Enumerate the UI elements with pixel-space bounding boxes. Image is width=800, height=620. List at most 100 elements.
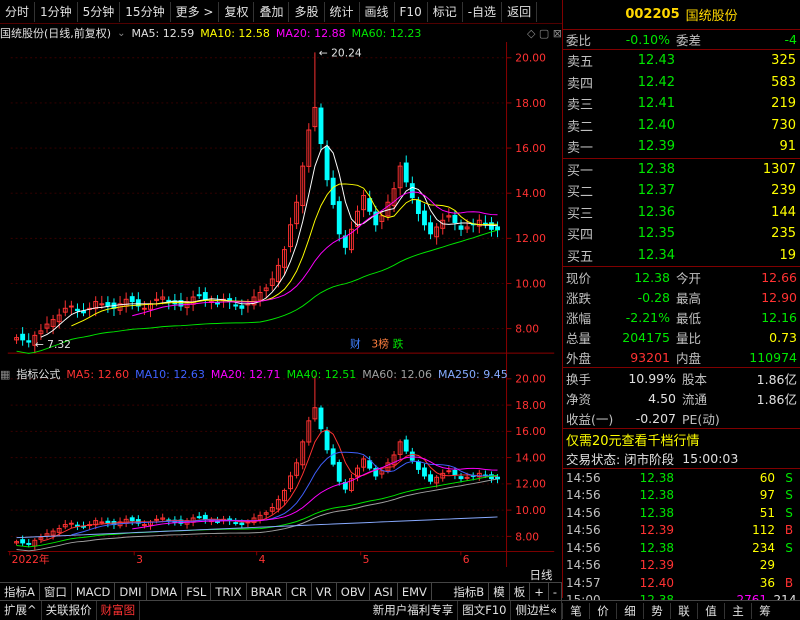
period-label[interactable]: 日线 xyxy=(520,567,562,582)
bottom-tab[interactable]: 图文F10 xyxy=(458,601,512,620)
tick-direction: S xyxy=(785,505,793,520)
buys-row[interactable]: 买四 12.35 235 xyxy=(563,223,800,245)
chevron-down-icon[interactable]: ⌄ xyxy=(117,28,125,39)
badge-1: 3榜 xyxy=(371,337,389,350)
ind-ma40-label: MA40: 12.51 xyxy=(286,367,357,381)
settings-icon[interactable]: ◇ ▢ ⊠ xyxy=(527,27,562,40)
ind-candle xyxy=(196,516,202,519)
bottom-tabs: 扩展^ 关联报价 财富图 新用户福利专享 图文F10 侧边栏« xyxy=(0,601,562,620)
sells-row[interactable]: 卖三 12.41 219 xyxy=(563,93,800,115)
indicator-tab[interactable]: MACD xyxy=(72,582,116,601)
sell-orders: 卖五 12.43 325 卖四 12.42 583 卖三 12.41 219 卖二 12.40 730… xyxy=(563,50,800,159)
indicator-tab[interactable]: 板 xyxy=(510,582,531,601)
bottom-tab[interactable]: 新用户福利专享 xyxy=(369,601,459,620)
toolbar-item[interactable]: 分时 xyxy=(0,1,36,22)
tick-volume: 112 xyxy=(752,523,775,538)
toolbar-item[interactable]: F10 xyxy=(395,1,428,22)
indicator-tab[interactable]: VR xyxy=(312,582,337,601)
weibi-value: -0.10% xyxy=(625,32,670,47)
toolbar-item[interactable]: 复权 xyxy=(219,1,255,22)
indicator-tab[interactable]: 模 xyxy=(489,582,510,601)
weicha-value: -4 xyxy=(784,32,797,47)
toolbar-item[interactable]: 标记 xyxy=(428,1,463,22)
main-chart-legend: 国统股份(日线,前复权) ⌄ MA5: 12.59 MA10: 12.58 MA… xyxy=(0,24,562,42)
main-candle xyxy=(202,292,208,300)
x-tick-label: 6 xyxy=(463,553,470,566)
right-tab[interactable]: 主 xyxy=(724,602,751,619)
toolbar-item[interactable]: 15分钟 xyxy=(120,1,171,22)
stat-label: 流通 xyxy=(682,391,708,407)
toolbar-item[interactable]: 更多 > xyxy=(171,1,220,22)
buys-row[interactable]: 买二 12.37 239 xyxy=(563,180,800,202)
indicator-tab[interactable]: + xyxy=(530,582,549,601)
y-tick-label: 16.00 xyxy=(515,425,546,438)
sells-row[interactable]: 卖四 12.42 583 xyxy=(563,72,800,94)
indicator-tab[interactable]: OBV xyxy=(337,582,371,601)
sells-row[interactable]: 卖五 12.43 325 xyxy=(563,50,800,72)
bottom-tab[interactable]: 扩展^ xyxy=(0,601,42,620)
buys-row[interactable]: 买一 12.38 1307 xyxy=(563,159,800,181)
stat-value: 93201 xyxy=(630,349,670,365)
toolbar-item[interactable]: 统计 xyxy=(325,1,360,22)
sells-label: 卖三 xyxy=(567,98,594,114)
indicator-tab[interactable]: DMI xyxy=(115,582,147,601)
bottom-tab[interactable]: 侧边栏« xyxy=(511,601,562,620)
indicator-tab[interactable]: BRAR xyxy=(247,582,287,601)
tick-direction: S xyxy=(785,540,793,555)
indicator-tab[interactable]: CR xyxy=(287,582,312,601)
main-candle xyxy=(324,146,330,181)
grid-icon[interactable]: ▦ xyxy=(0,368,10,381)
buy-orders: 买一 12.38 1307 买二 12.37 239 买三 12.36 144 买四 12.35 23… xyxy=(563,159,800,267)
y-tick-label: 18.00 xyxy=(515,97,546,110)
stat-value: 204175 xyxy=(622,329,670,345)
indicator-tab[interactable]: DMA xyxy=(147,582,183,601)
indicator-tab[interactable]: - xyxy=(549,582,562,601)
indicator-tab[interactable]: EMV xyxy=(398,582,432,601)
promo-link[interactable]: 仅需20元查看千档行情 xyxy=(563,429,800,449)
right-tab[interactable]: 细 xyxy=(616,602,643,619)
main-candle xyxy=(129,296,135,303)
y-tick-label: 18.00 xyxy=(515,399,546,412)
indicator-tab[interactable]: 指标B xyxy=(449,582,490,601)
toolbar-item[interactable]: -自选 xyxy=(463,1,503,22)
toolbar-item[interactable]: 叠加 xyxy=(254,1,290,22)
tick-direction: S xyxy=(785,488,793,503)
right-tab[interactable]: 笔 xyxy=(562,602,589,619)
indicator-tab[interactable]: 指标A xyxy=(0,582,40,601)
stat-label: 今开 xyxy=(676,270,702,286)
buys-price: 12.37 xyxy=(637,183,675,199)
indicator-tab[interactable]: FSL xyxy=(182,582,212,601)
main-candle xyxy=(105,302,111,307)
right-tab[interactable]: 联 xyxy=(670,602,697,619)
chart-svg[interactable]: 20.0018.0016.0014.0012.0010.008.0020.001… xyxy=(0,42,562,567)
tick-price: 12.38 xyxy=(639,470,674,485)
right-tab[interactable]: 势 xyxy=(643,602,670,619)
right-tab[interactable]: 价 xyxy=(589,602,616,619)
toolbar-item[interactable]: 1分钟 xyxy=(35,1,78,22)
tick-price: 12.38 xyxy=(639,488,674,503)
buys-volume: 235 xyxy=(771,226,796,242)
indicator-tab[interactable]: ASI xyxy=(370,582,398,601)
sells-row[interactable]: 卖一 12.39 91 xyxy=(563,136,800,158)
y-tick-label: 10.00 xyxy=(515,504,546,517)
y-tick-label: 14.00 xyxy=(515,187,546,200)
ind-candle xyxy=(129,517,135,522)
stat-value: 12.38 xyxy=(634,269,670,285)
toolbar-item[interactable]: 5分钟 xyxy=(78,1,121,22)
bottom-tab[interactable]: 财富图 xyxy=(97,601,141,620)
toolbar-item[interactable]: 画线 xyxy=(360,1,395,22)
sells-row[interactable]: 卖二 12.40 730 xyxy=(563,115,800,137)
right-tab[interactable]: 值 xyxy=(697,602,724,619)
right-tab[interactable]: 筹 xyxy=(751,602,778,619)
ind-candle xyxy=(202,514,208,520)
bottom-tab[interactable]: 关联报价 xyxy=(42,601,97,620)
toolbar-item[interactable]: 返回 xyxy=(502,1,538,22)
buys-row[interactable]: 买三 12.36 144 xyxy=(563,202,800,224)
sells-label: 卖五 xyxy=(567,55,594,71)
ind-candle xyxy=(154,518,160,521)
indicator-tab[interactable]: TRIX xyxy=(211,582,247,601)
indicator-tab[interactable]: 窗口 xyxy=(40,582,72,601)
buys-row[interactable]: 买五 12.34 19 xyxy=(563,245,800,267)
stock-name: 国统股份 xyxy=(685,9,738,24)
toolbar-item[interactable]: 多股 xyxy=(289,1,325,22)
